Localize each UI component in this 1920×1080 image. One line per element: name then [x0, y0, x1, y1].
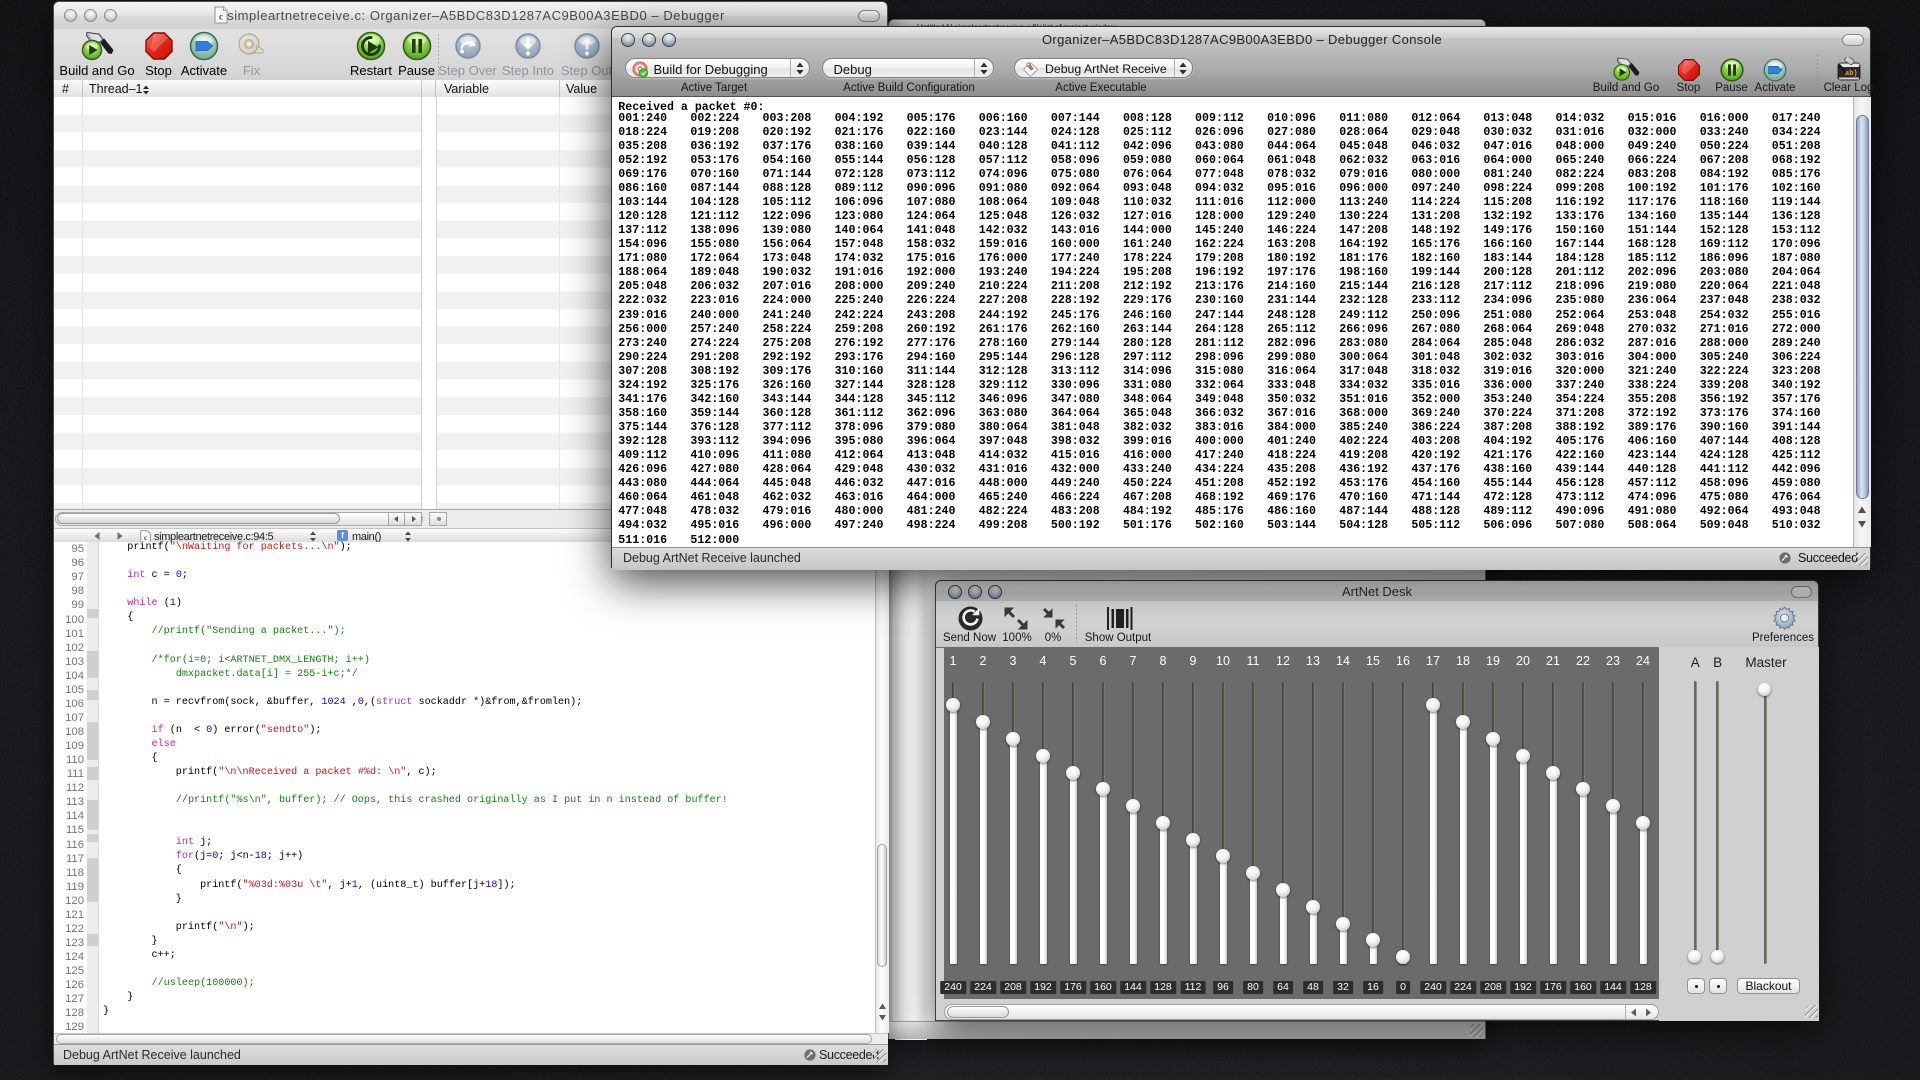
svg-text:ab): ab)	[1845, 70, 1858, 78]
svg-text:c: c	[219, 13, 223, 23]
